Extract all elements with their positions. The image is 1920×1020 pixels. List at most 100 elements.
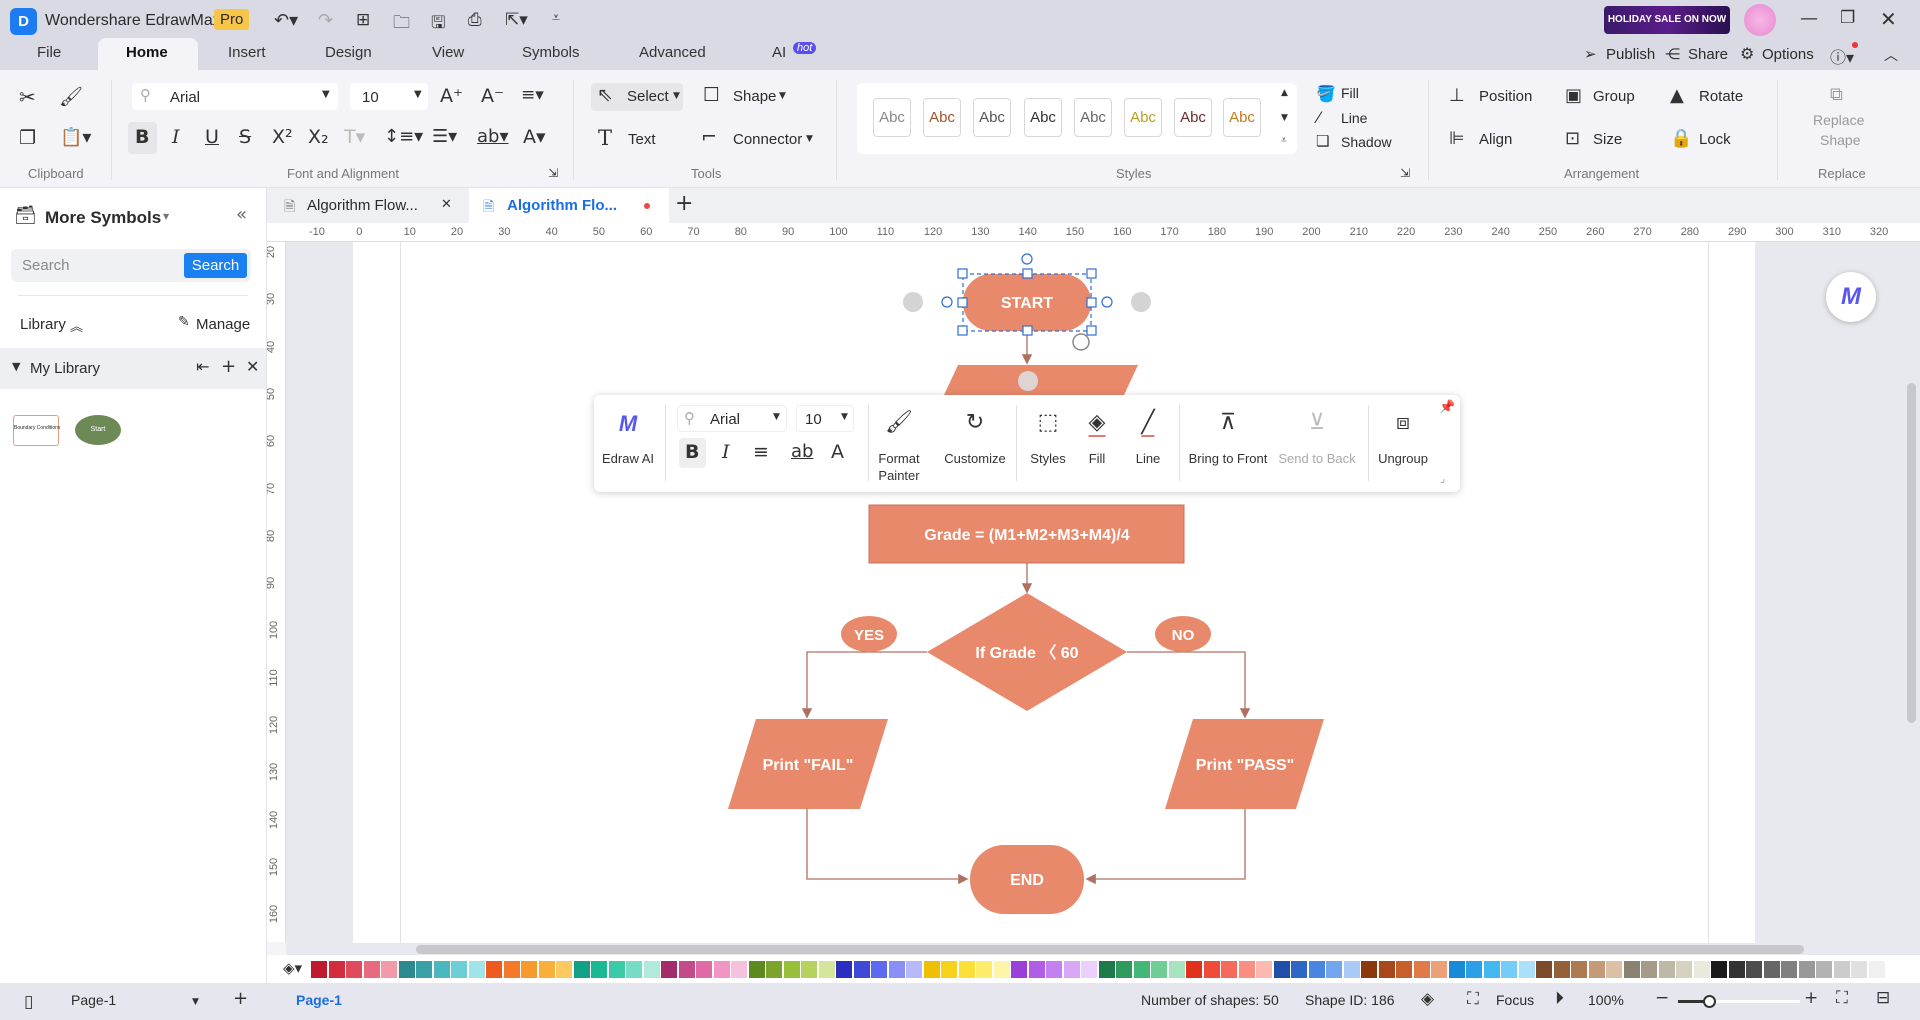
color-swatch[interactable] <box>1641 961 1657 978</box>
line-icon[interactable]: ╱ <box>1141 410 1155 437</box>
color-swatch[interactable] <box>1098 961 1115 978</box>
format-painter-icon[interactable]: 🖌 <box>885 410 913 435</box>
color-swatch[interactable] <box>853 961 870 978</box>
color-swatch[interactable] <box>643 961 660 978</box>
color-swatch[interactable] <box>1798 961 1815 978</box>
color-swatch[interactable] <box>433 961 450 978</box>
focus-button[interactable]: Focus <box>1496 992 1534 1008</box>
color-swatch[interactable] <box>1221 961 1237 978</box>
page-tab[interactable]: Page-1 <box>296 992 342 1008</box>
color-swatch[interactable] <box>626 961 642 978</box>
color-swatch[interactable] <box>1186 961 1202 978</box>
color-swatch[interactable] <box>1606 961 1622 978</box>
color-swatch[interactable] <box>1168 961 1185 978</box>
color-swatch[interactable] <box>538 961 555 978</box>
highlight-icon[interactable]: ab <box>791 441 813 462</box>
color-swatch[interactable] <box>608 961 625 978</box>
horizontal-scrollbar[interactable] <box>416 945 1804 954</box>
bring-to-front-button[interactable]: Bring to Front <box>1189 451 1268 466</box>
color-swatch[interactable] <box>1851 961 1867 978</box>
color-swatch[interactable] <box>1746 961 1762 978</box>
color-swatch[interactable] <box>1308 961 1325 978</box>
zoom-slider[interactable] <box>1678 995 1800 1008</box>
color-swatch[interactable] <box>1658 961 1675 978</box>
fill-icon[interactable]: ◈ <box>1088 410 1106 437</box>
ungroup-icon[interactable]: ⧈ <box>1396 410 1410 435</box>
line-button[interactable]: Line <box>1136 451 1161 466</box>
color-swatch[interactable] <box>573 961 590 978</box>
color-swatch[interactable] <box>328 961 345 978</box>
color-swatch[interactable] <box>398 961 415 978</box>
color-swatch[interactable] <box>1046 961 1062 978</box>
edraw-ai-float-button[interactable]: M <box>1826 272 1876 322</box>
color-swatch[interactable] <box>1448 961 1465 978</box>
italic-icon[interactable]: I <box>722 441 730 463</box>
color-swatch[interactable] <box>486 961 502 978</box>
color-swatch[interactable] <box>1396 961 1412 978</box>
color-swatch[interactable] <box>941 961 957 978</box>
color-swatch[interactable] <box>556 961 572 978</box>
color-swatch[interactable] <box>1378 961 1395 978</box>
color-swatch[interactable] <box>1781 961 1797 978</box>
color-swatch[interactable] <box>766 961 782 978</box>
color-swatch[interactable] <box>1081 961 1097 978</box>
edraw-ai-button[interactable]: Edraw AI <box>602 451 654 466</box>
color-swatch[interactable] <box>906 961 922 978</box>
zoom-in-icon[interactable]: + <box>1804 988 1818 1008</box>
color-swatch[interactable] <box>1483 961 1500 978</box>
zoom-out-icon[interactable]: − <box>1655 988 1669 1008</box>
color-swatch[interactable] <box>818 961 835 978</box>
chevron-down-icon[interactable]: ▼ <box>192 997 199 1007</box>
color-swatch[interactable] <box>1693 961 1710 978</box>
color-swatch[interactable] <box>1028 961 1045 978</box>
color-swatch[interactable] <box>871 961 887 978</box>
layers-icon[interactable]: ◈ <box>1421 989 1434 1009</box>
float-size-select[interactable]: 10 ▼ <box>796 405 854 432</box>
color-swatch[interactable] <box>1553 961 1570 978</box>
play-icon[interactable]: ⏵ <box>1555 988 1564 1009</box>
color-swatch[interactable] <box>923 961 940 978</box>
align-left-icon[interactable]: ≡ <box>753 441 769 463</box>
page-select[interactable]: Page-1 <box>71 992 116 1008</box>
zoom-slider-thumb[interactable] <box>1702 995 1716 1008</box>
add-page-icon[interactable]: + <box>233 988 248 1009</box>
font-color-icon[interactable]: A <box>831 441 844 463</box>
vertical-scrollbar[interactable] <box>1907 383 1916 723</box>
color-swatch[interactable] <box>468 961 485 978</box>
color-swatch[interactable] <box>1116 961 1132 978</box>
bold-icon[interactable]: B <box>685 441 699 463</box>
color-swatch[interactable] <box>678 961 695 978</box>
color-swatch[interactable] <box>1343 961 1360 978</box>
color-swatch[interactable] <box>1868 961 1885 978</box>
fit-page-icon[interactable]: ⊟ <box>1876 988 1890 1008</box>
color-swatch[interactable] <box>801 961 817 978</box>
color-swatch[interactable] <box>993 961 1010 978</box>
color-swatch[interactable] <box>1816 961 1832 978</box>
color-swatch[interactable] <box>416 961 432 978</box>
color-swatch[interactable] <box>1133 961 1150 978</box>
page-panel-icon[interactable]: ▯ <box>24 992 33 1012</box>
styles-button[interactable]: Styles <box>1030 451 1065 466</box>
color-swatch[interactable] <box>1151 961 1167 978</box>
color-swatch[interactable] <box>1291 961 1307 978</box>
fullscreen-icon[interactable]: ⛶ <box>1836 988 1848 1008</box>
color-swatch[interactable] <box>1273 961 1290 978</box>
color-swatch[interactable] <box>1238 961 1255 978</box>
color-swatch[interactable] <box>976 961 992 978</box>
color-swatch[interactable] <box>1711 961 1727 978</box>
color-swatch[interactable] <box>521 961 537 978</box>
color-swatch[interactable] <box>1623 961 1640 978</box>
focus-icon[interactable]: ⛶ <box>1467 989 1479 1009</box>
color-swatch[interactable] <box>1536 961 1552 978</box>
bring-to-front-icon[interactable]: ⊼ <box>1220 410 1236 435</box>
color-swatch[interactable] <box>451 961 467 978</box>
ungroup-button[interactable]: Ungroup <box>1378 451 1428 466</box>
color-swatch[interactable] <box>1063 961 1080 978</box>
color-swatch[interactable] <box>1588 961 1605 978</box>
color-swatch[interactable] <box>958 961 975 978</box>
pin-icon[interactable]: 📌 <box>1439 400 1455 415</box>
color-swatch[interactable] <box>1728 961 1745 978</box>
format-painter-label-1[interactable]: Format <box>878 451 919 466</box>
color-swatch[interactable] <box>1518 961 1535 978</box>
zoom-level[interactable]: 100% <box>1588 992 1624 1008</box>
